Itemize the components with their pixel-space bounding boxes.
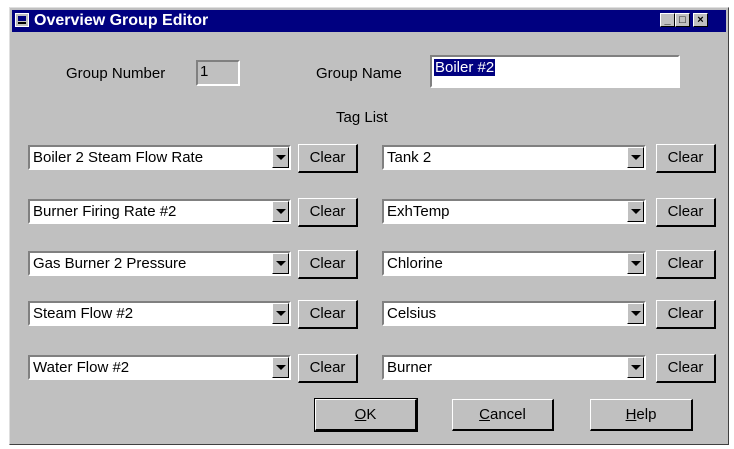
- tag-select-value: Chlorine: [387, 255, 443, 272]
- chevron-down-icon[interactable]: [272, 201, 289, 222]
- chevron-down-icon[interactable]: [272, 303, 289, 324]
- tag-select-right-1[interactable]: Tank 2: [382, 145, 646, 170]
- group-name-label: Group Name: [316, 65, 402, 82]
- cancel-mnemonic: C: [479, 406, 490, 423]
- tag-select-value: Burner Firing Rate #2: [33, 203, 177, 220]
- tag-select-value: Burner: [387, 359, 433, 376]
- group-number-value: 1: [200, 63, 209, 80]
- clear-button-left-4[interactable]: Clear: [298, 300, 358, 329]
- clear-button-left-5[interactable]: Clear: [298, 354, 358, 383]
- cancel-label-rest: ancel: [489, 406, 526, 423]
- tag-select-value: Steam Flow #2: [33, 305, 134, 322]
- cancel-button[interactable]: Cancel: [452, 399, 554, 431]
- chevron-down-icon[interactable]: [627, 253, 644, 274]
- clear-button-left-1[interactable]: Clear: [298, 144, 358, 173]
- clear-button-right-4[interactable]: Clear: [656, 300, 716, 329]
- tag-select-left-4[interactable]: Steam Flow #2: [28, 301, 291, 326]
- tag-select-left-5[interactable]: Water Flow #2: [28, 355, 291, 380]
- clear-button-right-2[interactable]: Clear: [656, 198, 716, 227]
- tag-select-right-4[interactable]: Celsius: [382, 301, 646, 326]
- tag-select-value: Boiler 2 Steam Flow Rate: [33, 149, 204, 166]
- clear-button-right-3[interactable]: Clear: [656, 250, 716, 279]
- tag-select-left-2[interactable]: Burner Firing Rate #2: [28, 199, 291, 224]
- ok-button[interactable]: OK: [314, 398, 418, 432]
- group-name-input[interactable]: Boiler #2: [430, 55, 680, 88]
- tag-select-value: ExhTemp: [387, 203, 450, 220]
- clear-button-left-2[interactable]: Clear: [298, 198, 358, 227]
- tag-select-left-1[interactable]: Boiler 2 Steam Flow Rate: [28, 145, 291, 170]
- tag-select-right-5[interactable]: Burner: [382, 355, 646, 380]
- tag-select-value: Water Flow #2: [33, 359, 130, 376]
- chevron-down-icon[interactable]: [627, 147, 644, 168]
- title-bar[interactable]: Overview Group Editor _ □ ×: [12, 10, 726, 32]
- chevron-down-icon[interactable]: [627, 201, 644, 222]
- tag-select-right-2[interactable]: ExhTemp: [382, 199, 646, 224]
- tag-select-left-3[interactable]: Gas Burner 2 Pressure: [28, 251, 291, 276]
- tag-select-value: Tank 2: [387, 149, 432, 166]
- clear-button-right-1[interactable]: Clear: [656, 144, 716, 173]
- tag-list-label: Tag List: [336, 109, 388, 126]
- app-icon[interactable]: [15, 13, 29, 27]
- help-mnemonic: H: [625, 406, 637, 423]
- chevron-down-icon[interactable]: [272, 357, 289, 378]
- ok-label-rest: K: [366, 406, 377, 423]
- clear-button-right-5[interactable]: Clear: [656, 354, 716, 383]
- group-name-value: Boiler #2: [434, 59, 496, 76]
- chevron-down-icon[interactable]: [627, 357, 644, 378]
- clear-button-left-3[interactable]: Clear: [298, 250, 358, 279]
- chevron-down-icon[interactable]: [272, 147, 289, 168]
- help-label-rest: elp: [636, 406, 657, 423]
- group-number-label: Group Number: [66, 65, 166, 82]
- window-title: Overview Group Editor: [34, 12, 209, 29]
- chevron-down-icon[interactable]: [627, 303, 644, 324]
- tag-select-value: Celsius: [387, 305, 437, 322]
- tag-select-value: Gas Burner 2 Pressure: [33, 255, 187, 272]
- minimize-icon[interactable]: _: [660, 13, 675, 27]
- chevron-down-icon[interactable]: [272, 253, 289, 274]
- close-icon[interactable]: ×: [693, 13, 708, 27]
- overview-group-editor-window: Overview Group Editor _ □ × Group Number…: [9, 7, 729, 445]
- maximize-icon[interactable]: □: [675, 13, 690, 27]
- tag-select-right-3[interactable]: Chlorine: [382, 251, 646, 276]
- ok-mnemonic: O: [354, 406, 367, 423]
- group-number-field: 1: [196, 60, 240, 86]
- help-button[interactable]: Help: [590, 399, 693, 431]
